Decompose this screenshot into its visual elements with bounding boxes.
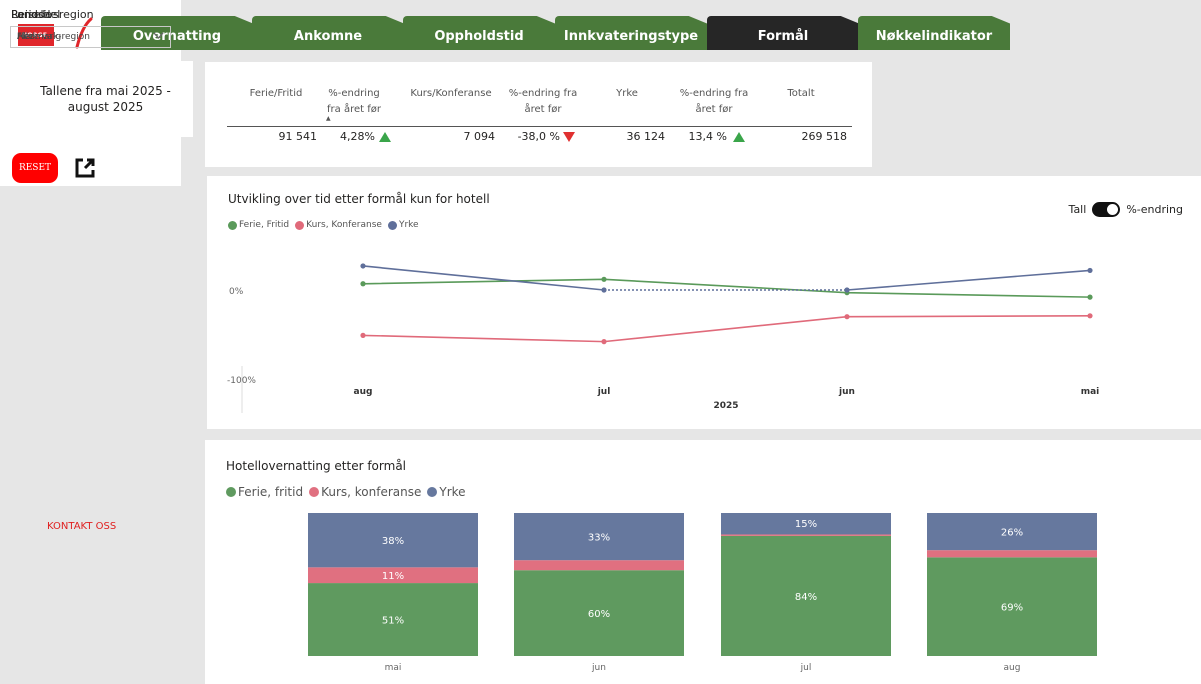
x-tick-label: aug [354,387,373,397]
bar-data-label: 51% [382,616,404,627]
series-line [362,315,1091,343]
date-range-card: Tallene fra mai 2025 - august 2025 [18,61,193,137]
series-point [844,314,850,320]
landsdel-dropdown[interactable]: Alle [10,26,171,48]
kpi-value-endring-yrke: 13,4 % [688,130,727,143]
kpi-header-kurs[interactable]: Kurs/Konferanse [405,86,497,102]
tab-innkvateringstype[interactable]: Innkvateringstype [555,16,707,50]
slicer-label: Landsdel [11,8,61,21]
y-tick-label: 0% [229,287,244,297]
chevron-down-icon [153,32,164,39]
kpi-header-divider [227,126,852,127]
bar-data-label: 84% [795,592,817,603]
tab-ankomne[interactable]: Ankomne [252,16,404,50]
x-tick-label: jul [800,663,812,673]
series-point [844,287,850,293]
line-chart-plot: 0% -100% aug jul jun mai 2025 [227,263,1100,413]
bar-data-label: 60% [588,609,610,620]
series-line-yrke [362,265,605,291]
x-axis-title: 2025 [713,401,738,411]
series-point [360,263,366,269]
tab-nokkelindikator[interactable]: Nøkkelindikator [858,16,1010,50]
tab-oppholdstid[interactable]: Oppholdstid [403,16,555,50]
reset-button[interactable]: RESET [12,153,58,183]
trend-up-icon [733,132,745,142]
series-point [601,339,607,345]
bar-data-label: 26% [1001,528,1023,539]
tab-formal[interactable]: Formål [707,16,859,50]
kpi-value-ferie: 91 541 [278,130,318,143]
kpi-value-totalt: 269 518 [801,130,848,143]
series-point [601,276,607,282]
line-chart-card: Utvikling over tid etter formål kun for … [207,176,1201,429]
bar-data-label: 38% [382,536,404,547]
trend-down-icon [563,132,575,142]
kpi-header-yrke[interactable]: Yrke [607,86,647,102]
bar-segment [721,534,891,536]
series-point [1087,313,1093,319]
kpi-value-kurs: 7 094 [463,130,496,143]
kpi-header-endring-ferie[interactable]: %-endring fra året før [324,86,384,118]
tab-label: Formål [757,29,809,44]
kpi-value-yrke: 36 124 [626,130,666,143]
series-line [362,278,1091,298]
kpi-value-endring-ferie: 4,28% [340,130,375,143]
kpi-header-endring-yrke[interactable]: %-endring fra året før [674,86,754,118]
date-range-text: Tallene fra mai 2025 - august 2025 [40,84,171,114]
kpi-header-endring-kurs[interactable]: %-endring fra året før [503,86,583,118]
bar-segment [514,560,684,571]
kpi-header-totalt[interactable]: Totalt [781,86,821,102]
tab-label: Oppholdstid [434,29,524,44]
bar-chart-plot: 51% 11% 38% mai 60% 33% jun 84% 15% jul 69% 26% aug [308,513,1097,673]
bar-data-label: 33% [588,533,610,544]
tab-label: Nøkkelindikator [875,29,993,44]
x-tick-label: mai [1081,387,1100,397]
trend-up-icon [379,132,391,142]
series-line-yrke [846,269,1091,291]
bar-data-label: 69% [1001,603,1023,614]
x-tick-label: jun [838,387,855,397]
x-tick-label: jun [591,663,606,673]
series-point [1087,294,1093,300]
contact-link[interactable]: KONTAKT OSS [47,521,116,532]
dropdown-value: Alle [17,32,34,42]
bar-segment [927,550,1097,558]
y-tick-label: -100% [227,376,256,386]
bar-data-label: 11% [382,571,404,582]
series-point [360,332,366,338]
kpi-header-ferie[interactable]: Ferie/Fritid [241,86,311,102]
series-point [1087,267,1093,274]
series-point [601,287,607,293]
x-tick-label: aug [1004,663,1021,673]
x-tick-label: mai [385,663,402,673]
x-tick-label: jul [597,387,611,397]
sort-ascending-icon: ▲ [326,115,331,122]
series-point [360,281,366,287]
kpi-table: Ferie/Fritid %-endring fra året før ▲ Ku… [205,62,872,167]
tab-label: Ankomne [293,29,363,44]
bar-chart-card: Hotellovernatting etter formål Ferie, fr… [205,440,1201,684]
kpi-value-endring-kurs: -38,0 % [517,130,560,143]
bar-data-label: 15% [795,519,817,530]
tab-label: Innkvateringstype [563,29,699,44]
external-link-icon[interactable] [73,156,97,180]
